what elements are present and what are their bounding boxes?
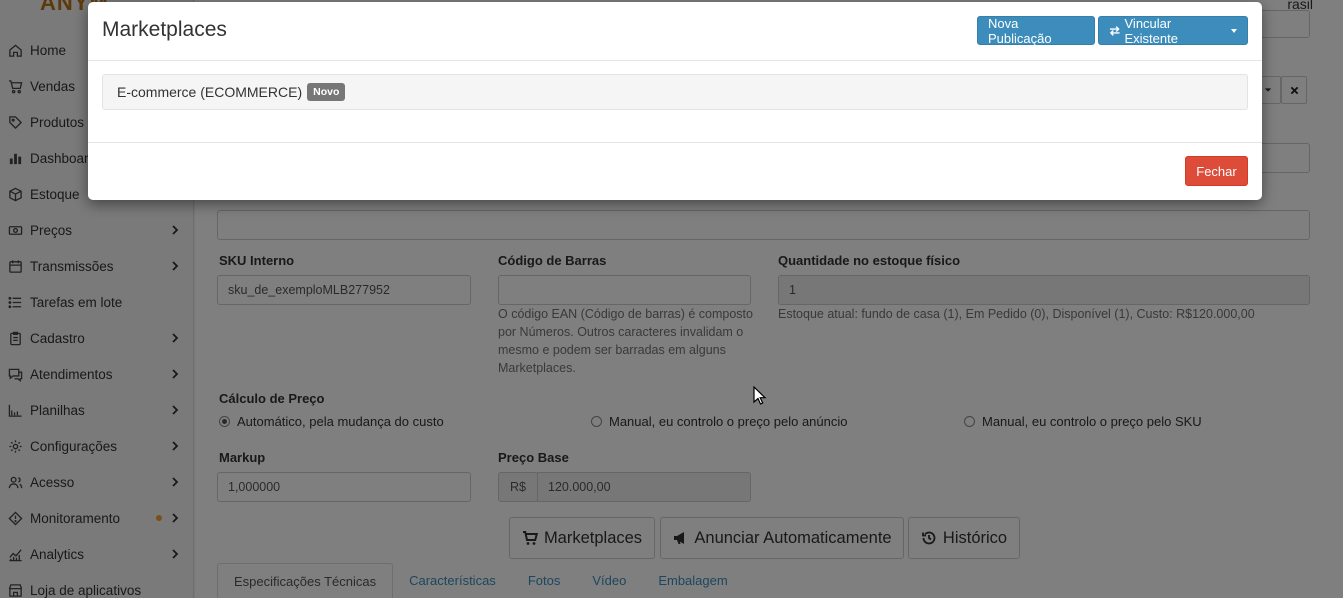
marketplaces-modal: Marketplaces Nova Publicação Vincular Ex… bbox=[88, 2, 1262, 200]
close-button[interactable]: Fechar bbox=[1185, 156, 1248, 186]
status-badge: Novo bbox=[307, 83, 346, 101]
modal-footer-divider bbox=[88, 142, 1262, 143]
marketplace-entry-label: E-commerce (ECOMMERCE) bbox=[117, 84, 303, 100]
new-publication-label: Nova Publicação bbox=[988, 15, 1052, 46]
marketplace-entry[interactable]: E-commerce (ECOMMERCE) Novo bbox=[102, 74, 1248, 110]
caret-down-icon bbox=[1231, 28, 1237, 33]
mouse-cursor-icon bbox=[753, 386, 767, 405]
link-existing-button[interactable]: Vincular Existente bbox=[1098, 15, 1248, 46]
modal-title: Marketplaces bbox=[102, 18, 227, 41]
modal-header-divider bbox=[88, 60, 1262, 61]
exchange-icon bbox=[1109, 25, 1120, 36]
link-existing-label: Vincular Existente bbox=[1124, 15, 1178, 46]
new-publication-button[interactable]: Nova Publicação bbox=[977, 15, 1095, 46]
